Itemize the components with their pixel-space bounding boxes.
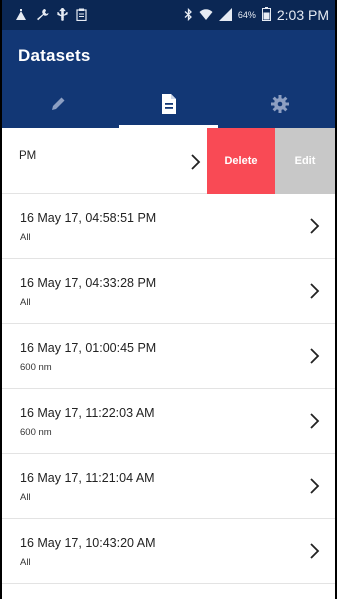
list-item[interactable]: 16 May 17, 04:58:51 PM All [2, 194, 335, 259]
list-item[interactable]: 16 May 17, 04:33:28 PM All [2, 259, 335, 324]
usb-icon [57, 6, 68, 23]
phone-screen: 64% 2:03 PM Datasets PM Delete Edit 16 M… [2, 0, 335, 599]
chevron-right-icon [309, 411, 321, 431]
status-right-icons: 64% 2:03 PM [184, 7, 329, 23]
list-item-date: 16 May 17, 11:21:04 AM [20, 471, 155, 485]
list-item[interactable]: 16 May 17, 11:21:04 AM All [2, 454, 335, 519]
list-item-swiped[interactable]: PM Delete Edit [2, 128, 335, 194]
list-item-filter: All [20, 557, 31, 568]
tab-datasets[interactable] [113, 80, 224, 128]
list-item-date: 16 May 17, 10:43:20 AM [20, 536, 156, 550]
battery-percent: 64% [237, 10, 256, 20]
battery-icon [261, 7, 271, 23]
tab-bar [2, 80, 335, 128]
status-bar: 64% 2:03 PM [2, 0, 335, 30]
chevron-right-icon [309, 476, 321, 496]
wrench-icon [36, 8, 49, 23]
chevron-right-icon [309, 346, 321, 366]
chevron-right-icon [309, 541, 321, 561]
gear-icon [270, 94, 290, 114]
list-item-filter: All [20, 232, 31, 243]
page-title: Datasets [18, 46, 91, 65]
chevron-right-icon [190, 152, 202, 172]
list-item-date: 16 May 17, 01:00:45 PM [20, 341, 157, 355]
edit-button[interactable]: Edit [275, 128, 335, 194]
delete-button[interactable]: Delete [207, 128, 275, 194]
app-header: Datasets [2, 30, 335, 128]
tab-settings[interactable] [224, 80, 335, 128]
list-item[interactable]: 16 May 17, 01:00:45 PM 600 nm [2, 324, 335, 389]
clipboard-icon [76, 8, 87, 23]
list-item-filter: 600 nm [20, 362, 52, 373]
tab-edit[interactable] [2, 80, 113, 128]
document-icon [161, 94, 177, 114]
list-item-date: 16 May 17, 04:33:28 PM [20, 276, 157, 290]
list-item[interactable]: 16 May 17, 11:22:03 AM 600 nm [2, 389, 335, 454]
status-left-icons [14, 6, 87, 23]
list-item-filter: All [20, 297, 31, 308]
list-item-date: PM [19, 150, 37, 162]
list-item-date: 16 May 17, 04:58:51 PM [20, 211, 157, 225]
list-item-filter: 600 nm [20, 427, 52, 438]
dataset-list: PM Delete Edit 16 May 17, 04:58:51 PM Al… [2, 128, 335, 599]
bluetooth-icon [184, 7, 193, 23]
chevron-right-icon [309, 281, 321, 301]
wifi-icon [199, 8, 213, 23]
pencil-icon [49, 95, 67, 113]
status-time: 2:03 PM [276, 7, 329, 23]
notification-icon [14, 8, 28, 23]
list-item[interactable]: 16 May 17, 10:43:20 AM All [2, 519, 335, 584]
chevron-right-icon [309, 216, 321, 236]
signal-icon [218, 7, 232, 23]
list-item-filter: All [20, 492, 31, 503]
list-item-date: 16 May 17, 11:22:03 AM [20, 406, 155, 420]
